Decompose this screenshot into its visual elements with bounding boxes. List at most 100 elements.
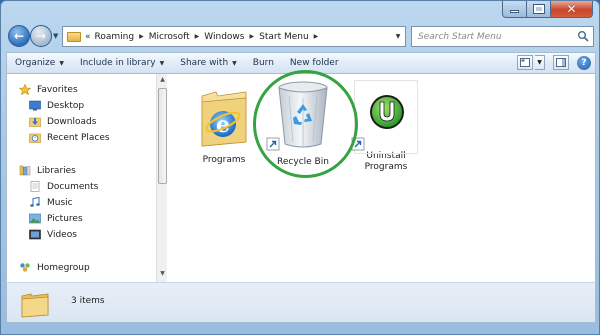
view-controls: ▼ ? bbox=[517, 55, 591, 70]
breadcrumb-start-menu[interactable]: Start Menu bbox=[259, 32, 309, 42]
uninstaller-icon bbox=[351, 95, 404, 151]
forward-button[interactable]: → bbox=[30, 25, 52, 47]
desktop-icon bbox=[29, 100, 41, 111]
nav-item-documents[interactable]: Documents bbox=[29, 181, 98, 192]
nav-homegroup[interactable]: Homegroup bbox=[19, 262, 90, 273]
address-dropdown[interactable]: ▼ bbox=[391, 27, 405, 46]
organize-label: Organize bbox=[15, 58, 56, 68]
file-item-programs[interactable]: e Programs bbox=[191, 82, 257, 166]
search-icon bbox=[578, 31, 589, 42]
help-icon: ? bbox=[581, 57, 587, 68]
chevron-right-icon[interactable]: ▶ bbox=[314, 33, 319, 40]
nav-pane-scrollbar[interactable]: ▲ ▼ bbox=[156, 74, 167, 282]
preview-pane-button[interactable] bbox=[553, 55, 569, 70]
nav-item-music-label: Music bbox=[47, 197, 73, 208]
include-in-library-menu[interactable]: Include in library ▼ bbox=[72, 53, 172, 73]
new-folder-label: New folder bbox=[289, 58, 339, 68]
libraries-icon bbox=[19, 165, 31, 176]
nav-item-pictures[interactable]: Pictures bbox=[29, 213, 83, 224]
burn-label: Burn bbox=[252, 58, 274, 68]
nav-homegroup-label: Homegroup bbox=[37, 262, 90, 273]
search-placeholder: Search Start Menu bbox=[418, 31, 502, 42]
nav-item-videos-label: Videos bbox=[47, 229, 77, 240]
star-icon bbox=[19, 84, 31, 95]
file-name-line-2: Programs bbox=[364, 162, 408, 172]
chevron-right-icon[interactable]: ▶ bbox=[249, 33, 254, 40]
pictures-icon bbox=[29, 213, 41, 224]
videos-icon bbox=[29, 229, 41, 240]
breadcrumb: Roaming ▶ Microsoft ▶ Windows ▶ Start Menu ▶ bbox=[95, 32, 324, 42]
preview-pane-icon bbox=[556, 58, 566, 67]
nav-item-documents-label: Documents bbox=[47, 181, 99, 192]
folder-icon bbox=[21, 293, 49, 318]
minimize-icon bbox=[510, 10, 519, 13]
back-arrow-icon: ← bbox=[13, 29, 25, 43]
item-count: 3 items bbox=[71, 296, 105, 306]
chevron-down-icon: ▼ bbox=[159, 59, 165, 67]
nav-item-desktop[interactable]: Desktop bbox=[29, 100, 84, 111]
view-options-dropdown[interactable]: ▼ bbox=[535, 55, 545, 70]
breadcrumb-overflow[interactable]: « bbox=[85, 32, 91, 42]
music-icon bbox=[30, 197, 40, 207]
navigation-pane: Favorites Desktop Downloads Recent Place… bbox=[7, 74, 157, 282]
chevron-down-icon: ▼ bbox=[232, 59, 237, 67]
nav-favorites[interactable]: Favorites bbox=[19, 84, 78, 95]
organize-menu[interactable]: Organize ▼ bbox=[7, 53, 72, 73]
nav-item-recent-places[interactable]: Recent Places bbox=[29, 132, 110, 143]
file-item-uninstall-programs[interactable]: Uninstall Programs bbox=[349, 80, 423, 173]
forward-arrow-icon: → bbox=[35, 29, 47, 43]
nav-item-downloads-label: Downloads bbox=[47, 116, 97, 127]
programs-folder-icon: e bbox=[201, 91, 247, 147]
nav-item-videos[interactable]: Videos bbox=[29, 229, 77, 240]
address-bar[interactable]: « Roaming ▶ Microsoft ▶ Windows ▶ Start Men… bbox=[62, 26, 406, 47]
new-folder-button[interactable]: New folder bbox=[282, 53, 347, 73]
minimize-button[interactable] bbox=[502, 1, 527, 18]
chevron-down-icon: ▼ bbox=[59, 59, 64, 67]
command-bar: Organize ▼ Include in library ▼ Share with… bbox=[6, 52, 596, 74]
nav-item-desktop-label: Desktop bbox=[47, 100, 85, 111]
burn-button[interactable]: Burn bbox=[245, 53, 282, 73]
scroll-down-icon[interactable]: ▼ bbox=[158, 270, 167, 280]
documents-icon bbox=[30, 181, 40, 192]
explorer-window: ✕ ← → ▼ « Roaming ▶ Microsoft ▶ Windows ▶ S… bbox=[0, 0, 600, 335]
recent-pages-dropdown[interactable]: ▼ bbox=[53, 32, 58, 40]
close-icon: ✕ bbox=[566, 2, 577, 16]
scrollbar-thumb[interactable] bbox=[158, 88, 167, 184]
view-icon bbox=[520, 58, 530, 67]
recent-places-icon bbox=[29, 133, 41, 143]
chevron-right-icon[interactable]: ▶ bbox=[139, 33, 144, 40]
share-with-menu[interactable]: Share with ▼ bbox=[172, 53, 245, 73]
scroll-up-icon[interactable]: ▲ bbox=[158, 76, 167, 86]
chevron-right-icon[interactable]: ▶ bbox=[195, 33, 200, 40]
nav-item-downloads[interactable]: Downloads bbox=[29, 116, 96, 127]
nav-libraries-label: Libraries bbox=[37, 165, 76, 176]
close-button[interactable]: ✕ bbox=[551, 1, 593, 18]
nav-item-music[interactable]: Music bbox=[29, 197, 73, 208]
folder-icon bbox=[67, 31, 81, 42]
nav-item-pictures-label: Pictures bbox=[47, 213, 83, 224]
maximize-button[interactable] bbox=[527, 1, 551, 18]
nav-favorites-label: Favorites bbox=[37, 84, 78, 95]
breadcrumb-roaming[interactable]: Roaming bbox=[95, 32, 135, 42]
search-input[interactable]: Search Start Menu bbox=[411, 26, 594, 47]
back-button[interactable]: ← bbox=[8, 25, 30, 47]
file-name: Recycle Bin bbox=[277, 157, 329, 167]
change-view-button[interactable] bbox=[517, 55, 533, 70]
nav-libraries[interactable]: Libraries bbox=[19, 165, 76, 176]
file-list: e Programs Recycle Bin Uninstall Program… bbox=[169, 74, 595, 282]
file-name: Uninstall Programs bbox=[349, 151, 423, 173]
file-name: Programs bbox=[202, 155, 246, 165]
content-area: Favorites Desktop Downloads Recent Place… bbox=[6, 74, 596, 282]
window-controls: ✕ bbox=[502, 1, 593, 18]
navigation-bar: ← → ▼ « Roaming ▶ Microsoft ▶ Windows ▶ Sta… bbox=[6, 25, 596, 49]
nav-item-recent-places-label: Recent Places bbox=[47, 132, 110, 143]
help-button[interactable]: ? bbox=[577, 55, 591, 70]
maximize-icon bbox=[532, 4, 545, 14]
breadcrumb-microsoft[interactable]: Microsoft bbox=[149, 32, 190, 42]
share-with-label: Share with bbox=[180, 58, 229, 68]
downloads-icon bbox=[29, 117, 41, 127]
file-item-recycle-bin[interactable]: Recycle Bin bbox=[265, 78, 341, 168]
breadcrumb-windows[interactable]: Windows bbox=[204, 32, 244, 42]
homegroup-icon bbox=[20, 263, 30, 272]
recycle-bin-icon bbox=[266, 81, 328, 151]
